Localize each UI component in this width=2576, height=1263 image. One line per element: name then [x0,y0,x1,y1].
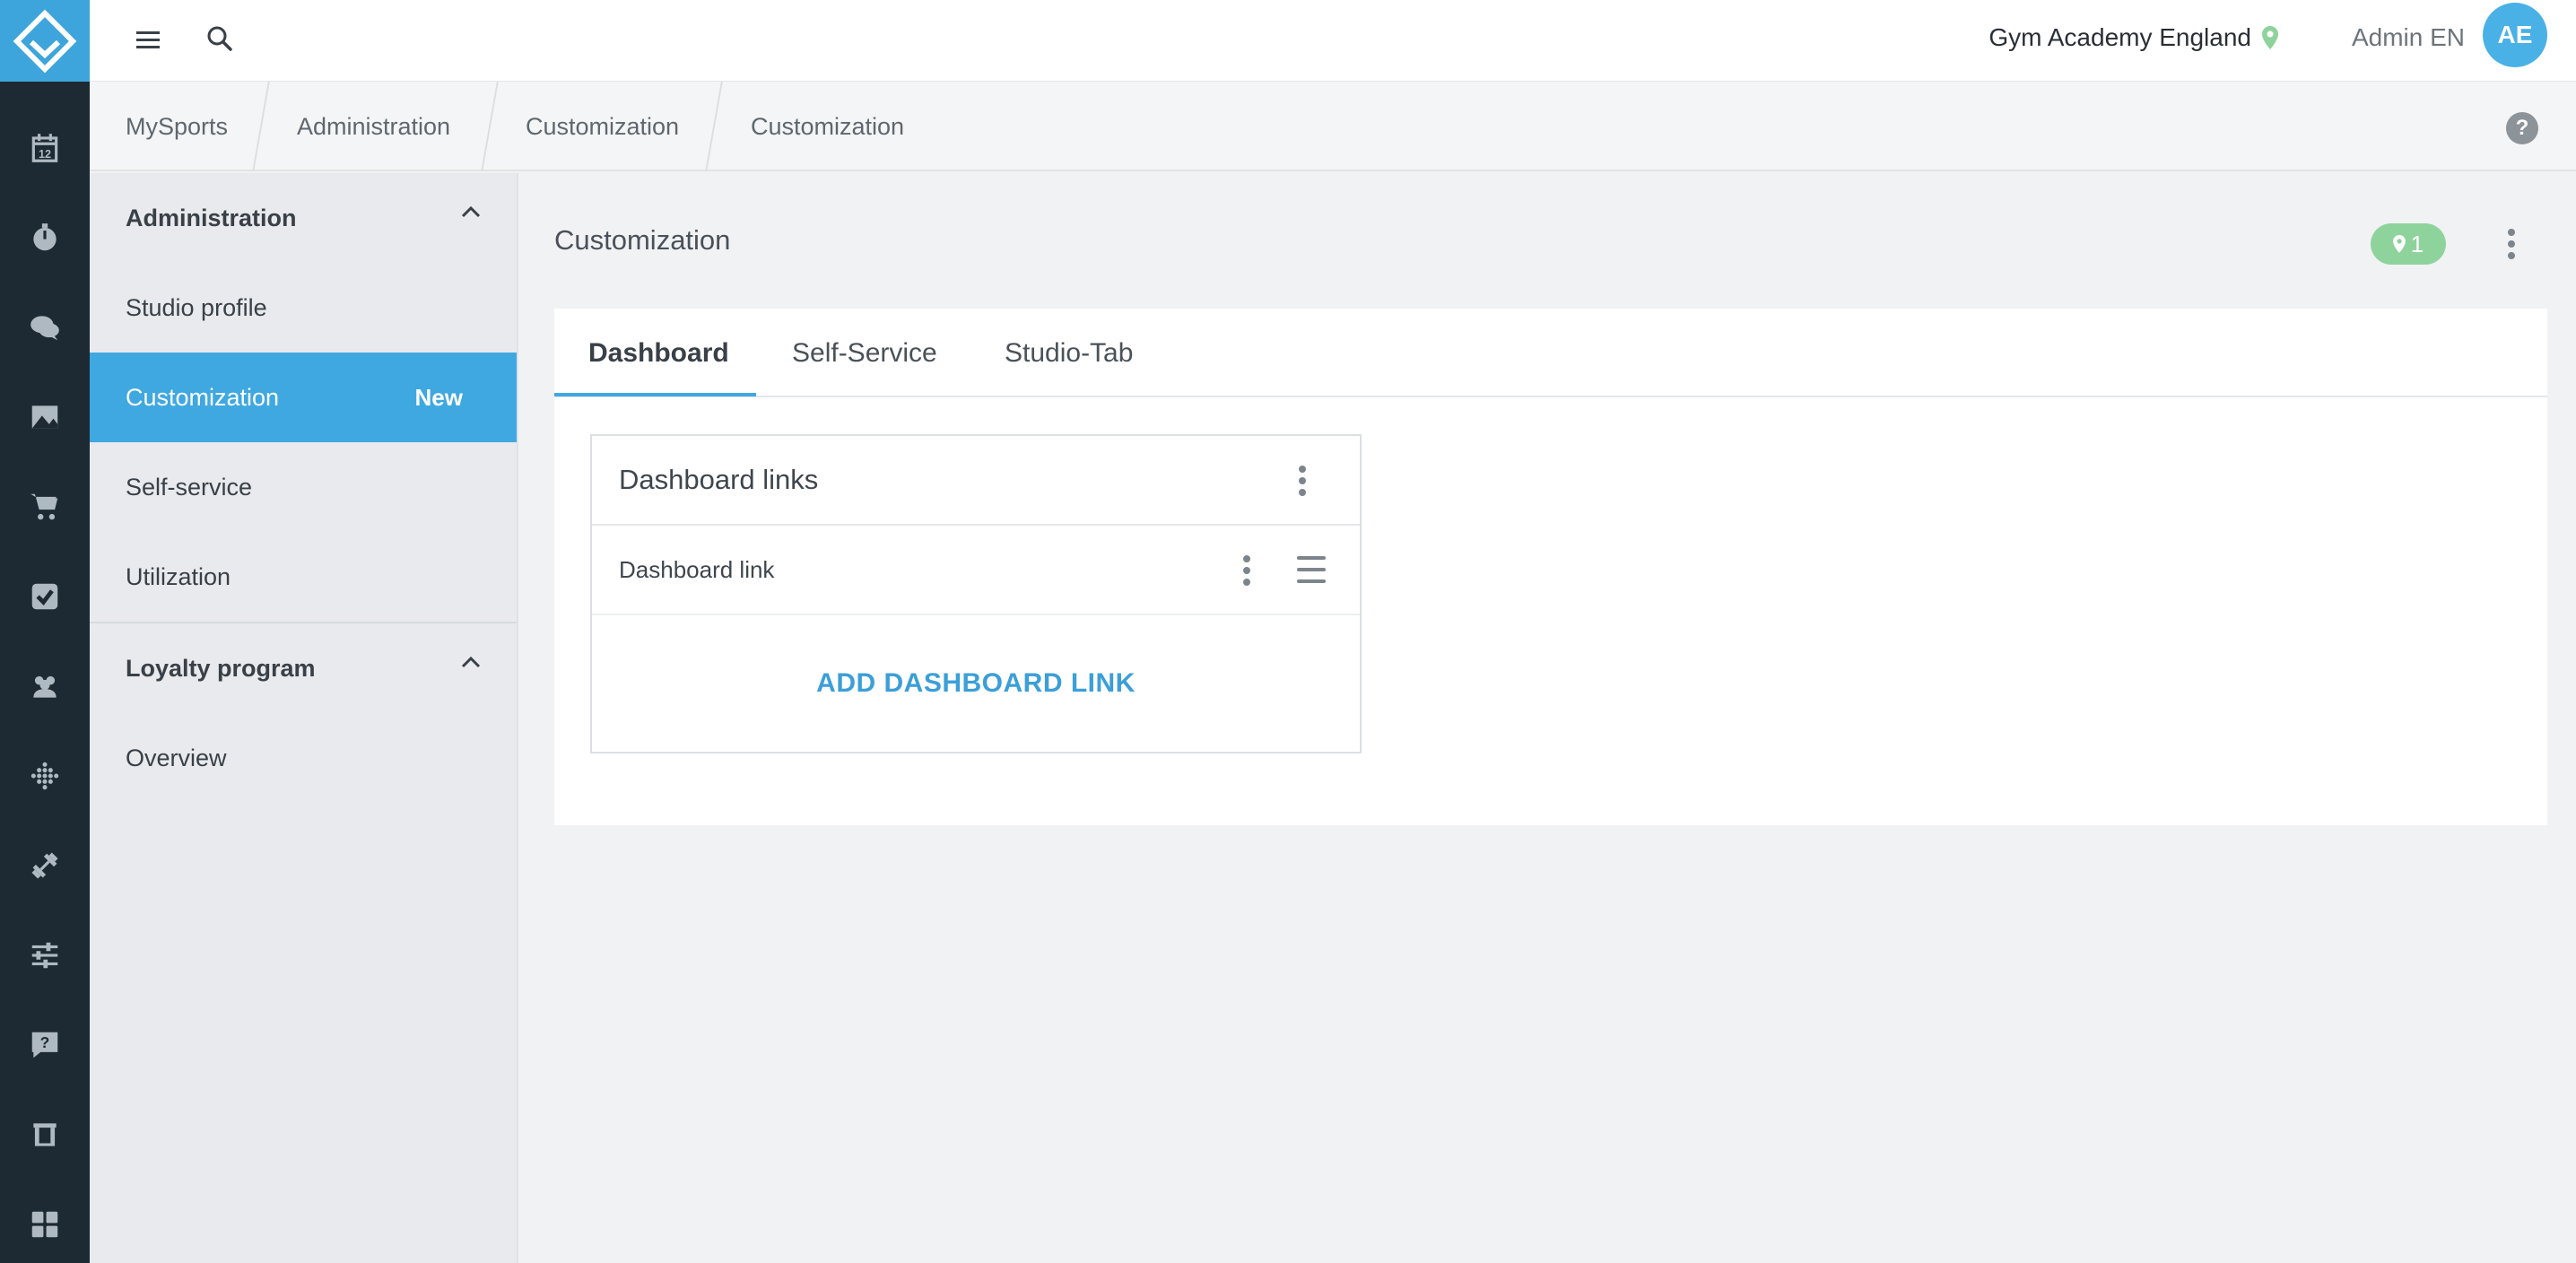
sidebar-item-label: Customization [126,383,280,411]
section-title: Administration [126,204,297,231]
search-icon[interactable] [199,18,240,59]
breadcrumb: MySports Administration Customization Cu… [90,82,2576,171]
logo[interactable] [0,0,90,82]
sidebar-item-label: Overview [126,744,227,771]
dumbbell-icon[interactable] [0,821,90,910]
sliders-icon[interactable] [0,910,90,1000]
page-more-options-icon[interactable] [2497,224,2526,264]
sidebar-item-utilization[interactable]: Utilization [90,532,517,622]
dashboard-icon[interactable] [0,1180,90,1263]
breadcrumb-separator [481,82,499,171]
card-header: Dashboard links [592,436,1360,526]
location-pin-icon [2392,235,2406,253]
settings-sidebar: Administration Studio profile Customizat… [90,173,518,1263]
card-title: Dashboard links [619,464,819,495]
drag-handle-icon[interactable] [1297,556,1326,583]
chevron-up-icon [461,205,481,218]
timer-icon[interactable] [0,193,90,283]
list-item[interactable]: Dashboard link [592,526,1360,615]
section-title: Loyalty program [126,654,316,682]
customization-panel: Dashboard Self-Service Studio-Tab Dashbo… [554,309,2547,825]
chat-icon[interactable] [0,283,90,372]
sidebar-item-overview[interactable]: Overview [90,713,517,803]
breadcrumb-item-current: Customization [751,112,905,140]
dashboard-link-label: Dashboard link [619,555,775,583]
breadcrumb-separator [705,82,723,171]
sidebar-item-studio-profile[interactable]: Studio profile [90,263,517,353]
breadcrumb-item-customization[interactable]: Customization [526,82,679,171]
avatar[interactable]: AE [2483,3,2547,67]
studio-selector[interactable]: Gym Academy England [1989,23,2278,52]
breadcrumb-item-mysports[interactable]: MySports [126,82,228,171]
sidebar-item-customization[interactable]: Customization New [90,353,517,442]
breadcrumb-item-administration[interactable]: Administration [297,82,450,171]
user-name[interactable]: Admin EN [2352,23,2465,52]
tab-studio-tab[interactable]: Studio-Tab [1005,309,1133,397]
page-title: Customization [554,224,731,256]
menu-icon[interactable] [127,20,169,61]
sidebar-item-label: Studio profile [126,293,267,321]
calendar-icon[interactable]: 12 [0,103,90,193]
logo-icon [13,9,77,73]
breadcrumb-separator [252,82,270,171]
sidebar-item-label: Self-service [126,473,253,501]
top-bar: Gym Academy England Admin EN AE [90,0,2576,82]
dots-grid-icon[interactable] [0,731,90,821]
dashboard-links-card: Dashboard links Dashboard link ADD DASHB… [590,434,1362,753]
icon-rail: 12 ? [0,0,90,1263]
row-more-options-icon[interactable] [1243,553,1250,588]
svg-text:?: ? [40,1033,50,1051]
cart-icon[interactable] [0,462,90,552]
card-more-options-icon[interactable] [1299,463,1306,499]
location-count: 1 [2410,230,2424,257]
studio-name: Gym Academy England [1989,23,2251,51]
tab-bar: Dashboard Self-Service Studio-Tab [554,309,2547,397]
store-icon[interactable] [0,1090,90,1180]
sidebar-item-label: Utilization [126,562,231,590]
help-chat-icon[interactable]: ? [0,1000,90,1090]
users-icon[interactable] [0,641,90,731]
location-pin-icon [2262,26,2278,49]
image-icon[interactable] [0,372,90,462]
help-icon[interactable]: ? [2506,112,2538,144]
new-badge: New [414,383,463,411]
location-count-badge[interactable]: 1 [2371,223,2446,265]
app-root: 12 ? Gym Academy England Admin EN AE MyS… [0,0,2576,1263]
add-dashboard-link-button[interactable]: ADD DASHBOARD LINK [592,615,1360,752]
calendar-day: 12 [39,148,51,161]
chevron-up-icon [461,656,481,668]
checkbox-icon[interactable] [0,552,90,641]
section-administration[interactable]: Administration [90,173,517,263]
section-loyalty-program[interactable]: Loyalty program [90,623,517,713]
tab-dashboard[interactable]: Dashboard [588,309,729,397]
tab-self-service[interactable]: Self-Service [792,309,937,397]
sidebar-item-self-service[interactable]: Self-service [90,442,517,532]
active-tab-indicator [554,393,756,396]
